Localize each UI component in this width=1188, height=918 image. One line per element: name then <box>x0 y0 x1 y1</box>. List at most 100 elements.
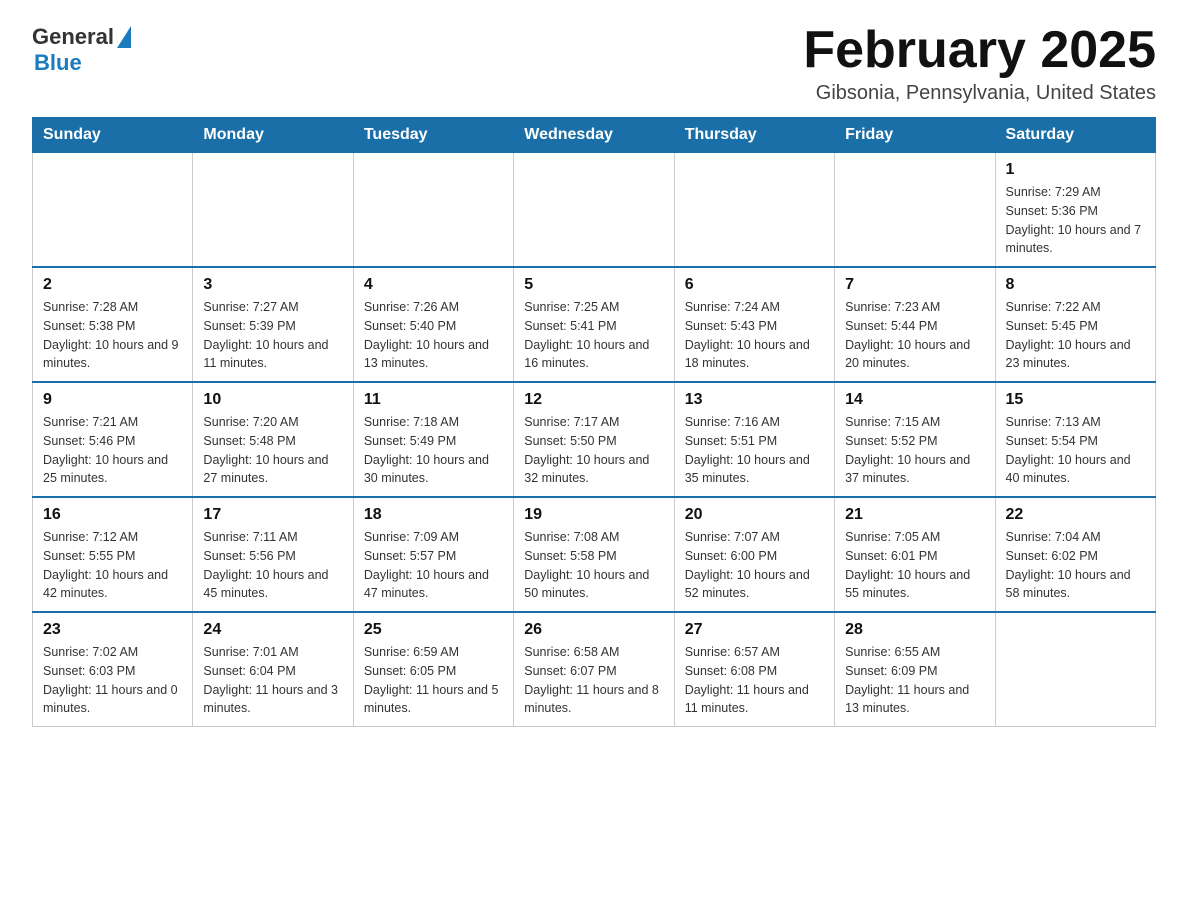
calendar-day-cell: 28 Sunrise: 6:55 AM Sunset: 6:09 PM Dayli… <box>835 612 995 727</box>
day-number: 7 <box>845 276 984 294</box>
day-info: Sunrise: 7:18 AM Sunset: 5:49 PM Dayligh… <box>364 413 503 488</box>
day-number: 25 <box>364 621 503 639</box>
day-of-week-header: Friday <box>835 118 995 153</box>
day-number: 24 <box>203 621 342 639</box>
calendar-day-cell: 14 Sunrise: 7:15 AM Sunset: 5:52 PM Dayli… <box>835 382 995 497</box>
day-of-week-header: Sunday <box>33 118 193 153</box>
calendar-day-cell: 26 Sunrise: 6:58 AM Sunset: 6:07 PM Dayli… <box>514 612 674 727</box>
day-info: Sunrise: 7:25 AM Sunset: 5:41 PM Dayligh… <box>524 298 663 373</box>
day-number: 2 <box>43 276 182 294</box>
day-number: 10 <box>203 391 342 409</box>
day-info: Sunrise: 7:12 AM Sunset: 5:55 PM Dayligh… <box>43 528 182 603</box>
day-number: 26 <box>524 621 663 639</box>
day-info: Sunrise: 7:27 AM Sunset: 5:39 PM Dayligh… <box>203 298 342 373</box>
day-number: 27 <box>685 621 824 639</box>
calendar-day-cell: 13 Sunrise: 7:16 AM Sunset: 5:51 PM Dayli… <box>674 382 834 497</box>
calendar-day-cell: 9 Sunrise: 7:21 AM Sunset: 5:46 PM Daylig… <box>33 382 193 497</box>
calendar-day-cell: 24 Sunrise: 7:01 AM Sunset: 6:04 PM Dayli… <box>193 612 353 727</box>
day-info: Sunrise: 6:58 AM Sunset: 6:07 PM Dayligh… <box>524 643 663 718</box>
day-info: Sunrise: 6:59 AM Sunset: 6:05 PM Dayligh… <box>364 643 503 718</box>
day-number: 3 <box>203 276 342 294</box>
day-info: Sunrise: 7:28 AM Sunset: 5:38 PM Dayligh… <box>43 298 182 373</box>
calendar-week-row: 23 Sunrise: 7:02 AM Sunset: 6:03 PM Dayli… <box>33 612 1156 727</box>
calendar-day-cell: 25 Sunrise: 6:59 AM Sunset: 6:05 PM Dayli… <box>353 612 513 727</box>
calendar-day-cell: 23 Sunrise: 7:02 AM Sunset: 6:03 PM Dayli… <box>33 612 193 727</box>
calendar-day-cell: 18 Sunrise: 7:09 AM Sunset: 5:57 PM Dayli… <box>353 497 513 612</box>
day-info: Sunrise: 7:16 AM Sunset: 5:51 PM Dayligh… <box>685 413 824 488</box>
day-number: 4 <box>364 276 503 294</box>
day-number: 15 <box>1006 391 1145 409</box>
calendar-day-cell: 12 Sunrise: 7:17 AM Sunset: 5:50 PM Dayli… <box>514 382 674 497</box>
day-info: Sunrise: 6:57 AM Sunset: 6:08 PM Dayligh… <box>685 643 824 718</box>
calendar-day-cell: 7 Sunrise: 7:23 AM Sunset: 5:44 PM Daylig… <box>835 267 995 382</box>
day-info: Sunrise: 6:55 AM Sunset: 6:09 PM Dayligh… <box>845 643 984 718</box>
calendar-day-cell <box>353 153 513 268</box>
day-info: Sunrise: 7:07 AM Sunset: 6:00 PM Dayligh… <box>685 528 824 603</box>
day-number: 23 <box>43 621 182 639</box>
page-header: General Blue February 2025 Gibsonia, Pen… <box>32 24 1156 105</box>
day-info: Sunrise: 7:11 AM Sunset: 5:56 PM Dayligh… <box>203 528 342 603</box>
day-info: Sunrise: 7:21 AM Sunset: 5:46 PM Dayligh… <box>43 413 182 488</box>
day-number: 12 <box>524 391 663 409</box>
calendar-day-cell: 10 Sunrise: 7:20 AM Sunset: 5:48 PM Dayli… <box>193 382 353 497</box>
day-number: 13 <box>685 391 824 409</box>
day-info: Sunrise: 7:29 AM Sunset: 5:36 PM Dayligh… <box>1006 183 1145 258</box>
day-info: Sunrise: 7:22 AM Sunset: 5:45 PM Dayligh… <box>1006 298 1145 373</box>
day-info: Sunrise: 7:15 AM Sunset: 5:52 PM Dayligh… <box>845 413 984 488</box>
day-number: 22 <box>1006 506 1145 524</box>
day-info: Sunrise: 7:23 AM Sunset: 5:44 PM Dayligh… <box>845 298 984 373</box>
day-number: 6 <box>685 276 824 294</box>
logo-general-text: General <box>32 24 114 50</box>
day-number: 14 <box>845 391 984 409</box>
calendar-day-cell: 16Sunrise: 7:12 AM Sunset: 5:55 PM Dayli… <box>33 497 193 612</box>
day-of-week-header: Saturday <box>995 118 1155 153</box>
calendar-day-cell <box>33 153 193 268</box>
calendar-week-row: 16Sunrise: 7:12 AM Sunset: 5:55 PM Dayli… <box>33 497 1156 612</box>
calendar-day-cell <box>995 612 1155 727</box>
calendar-title: February 2025 <box>803 24 1156 76</box>
calendar-day-cell: 21Sunrise: 7:05 AM Sunset: 6:01 PM Dayli… <box>835 497 995 612</box>
calendar-week-row: 2 Sunrise: 7:28 AM Sunset: 5:38 PM Daylig… <box>33 267 1156 382</box>
day-of-week-header: Tuesday <box>353 118 513 153</box>
day-of-week-header: Wednesday <box>514 118 674 153</box>
calendar-day-cell: 1Sunrise: 7:29 AM Sunset: 5:36 PM Daylig… <box>995 153 1155 268</box>
calendar-day-cell: 3 Sunrise: 7:27 AM Sunset: 5:39 PM Daylig… <box>193 267 353 382</box>
day-number: 28 <box>845 621 984 639</box>
day-info: Sunrise: 7:13 AM Sunset: 5:54 PM Dayligh… <box>1006 413 1145 488</box>
day-info: Sunrise: 7:02 AM Sunset: 6:03 PM Dayligh… <box>43 643 182 718</box>
day-info: Sunrise: 7:04 AM Sunset: 6:02 PM Dayligh… <box>1006 528 1145 603</box>
calendar-day-cell: 19Sunrise: 7:08 AM Sunset: 5:58 PM Dayli… <box>514 497 674 612</box>
logo: General Blue <box>32 24 133 76</box>
day-info: Sunrise: 7:01 AM Sunset: 6:04 PM Dayligh… <box>203 643 342 718</box>
day-number: 21 <box>845 506 984 524</box>
calendar-subtitle: Gibsonia, Pennsylvania, United States <box>803 82 1156 105</box>
calendar-day-cell: 20Sunrise: 7:07 AM Sunset: 6:00 PM Dayli… <box>674 497 834 612</box>
calendar-day-cell <box>835 153 995 268</box>
day-number: 19 <box>524 506 663 524</box>
calendar-header-row: SundayMondayTuesdayWednesdayThursdayFrid… <box>33 118 1156 153</box>
day-info: Sunrise: 7:20 AM Sunset: 5:48 PM Dayligh… <box>203 413 342 488</box>
calendar-table: SundayMondayTuesdayWednesdayThursdayFrid… <box>32 117 1156 727</box>
day-number: 18 <box>364 506 503 524</box>
calendar-day-cell: 17 Sunrise: 7:11 AM Sunset: 5:56 PM Dayli… <box>193 497 353 612</box>
calendar-day-cell: 6 Sunrise: 7:24 AM Sunset: 5:43 PM Daylig… <box>674 267 834 382</box>
day-number: 8 <box>1006 276 1145 294</box>
day-number: 17 <box>203 506 342 524</box>
day-number: 11 <box>364 391 503 409</box>
calendar-day-cell: 4 Sunrise: 7:26 AM Sunset: 5:40 PM Daylig… <box>353 267 513 382</box>
calendar-day-cell: 11 Sunrise: 7:18 AM Sunset: 5:49 PM Dayli… <box>353 382 513 497</box>
day-info: Sunrise: 7:26 AM Sunset: 5:40 PM Dayligh… <box>364 298 503 373</box>
calendar-day-cell <box>193 153 353 268</box>
calendar-day-cell <box>674 153 834 268</box>
day-info: Sunrise: 7:09 AM Sunset: 5:57 PM Dayligh… <box>364 528 503 603</box>
calendar-day-cell: 22 Sunrise: 7:04 AM Sunset: 6:02 PM Dayli… <box>995 497 1155 612</box>
day-info: Sunrise: 7:17 AM Sunset: 5:50 PM Dayligh… <box>524 413 663 488</box>
day-info: Sunrise: 7:24 AM Sunset: 5:43 PM Dayligh… <box>685 298 824 373</box>
title-block: February 2025 Gibsonia, Pennsylvania, Un… <box>803 24 1156 105</box>
calendar-day-cell: 2 Sunrise: 7:28 AM Sunset: 5:38 PM Daylig… <box>33 267 193 382</box>
calendar-day-cell: 15 Sunrise: 7:13 AM Sunset: 5:54 PM Dayli… <box>995 382 1155 497</box>
calendar-day-cell: 5Sunrise: 7:25 AM Sunset: 5:41 PM Daylig… <box>514 267 674 382</box>
day-of-week-header: Monday <box>193 118 353 153</box>
calendar-week-row: 9 Sunrise: 7:21 AM Sunset: 5:46 PM Daylig… <box>33 382 1156 497</box>
day-number: 9 <box>43 391 182 409</box>
